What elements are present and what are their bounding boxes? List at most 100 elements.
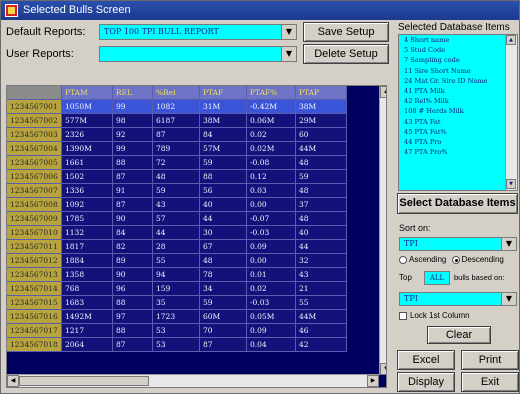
list-item[interactable]: 47 PTA Pro%: [399, 147, 517, 157]
list-item[interactable]: 24 Mat Gr. Sire ID Name: [399, 76, 517, 86]
row-header[interactable]: 1234567005: [7, 155, 62, 170]
table-row[interactable]: 1234567013 1358 90 94 78 0.01 43: [7, 267, 347, 282]
table-cell[interactable]: 59: [199, 155, 247, 170]
table-cell[interactable]: 1785: [61, 211, 113, 226]
table-row[interactable]: 1234567004 1390M 99 789 57M 0.02M 44M: [7, 141, 347, 156]
table-cell[interactable]: 1336: [61, 183, 113, 198]
table-cell[interactable]: 44: [295, 239, 347, 254]
chevron-down-icon[interactable]: ▼: [501, 238, 516, 250]
table-cell[interactable]: 48: [199, 253, 247, 268]
list-item[interactable]: 108 # Herds Milk: [399, 106, 517, 116]
table-cell[interactable]: 72: [152, 155, 200, 170]
table-cell[interactable]: 87: [112, 169, 153, 184]
column-header[interactable]: REL: [112, 86, 153, 100]
display-button[interactable]: Display: [397, 372, 455, 392]
selected-db-list[interactable]: 4 Short name 5 Stud Code 7 Sampling code 11…: [398, 34, 518, 191]
table-cell[interactable]: 29M: [295, 113, 347, 128]
lock-first-column-checkbox[interactable]: [399, 311, 407, 320]
table-cell[interactable]: 0.02M: [246, 141, 296, 156]
table-cell[interactable]: 2326: [61, 127, 113, 142]
table-cell[interactable]: 0.02: [246, 281, 296, 296]
scroll-up-icon[interactable]: ▲: [506, 35, 516, 45]
list-item[interactable]: 5 Stud Code: [399, 45, 517, 55]
scroll-down-icon[interactable]: ▼: [506, 179, 516, 189]
table-cell[interactable]: 78: [199, 267, 247, 282]
table-cell[interactable]: -0.08: [246, 155, 296, 170]
table-cell[interactable]: 94: [152, 267, 200, 282]
row-header[interactable]: 1234567013: [7, 267, 62, 282]
table-cell[interactable]: 577M: [61, 113, 113, 128]
scroll-up-icon[interactable]: ▲: [380, 86, 386, 98]
table-cell[interactable]: 59: [295, 169, 347, 184]
table-cell[interactable]: 87: [112, 197, 153, 212]
print-button[interactable]: Print: [461, 350, 519, 370]
table-cell[interactable]: 0.06M: [246, 113, 296, 128]
table-cell[interactable]: 32: [295, 253, 347, 268]
row-header[interactable]: 1234567007: [7, 183, 62, 198]
row-header[interactable]: 1234567014: [7, 281, 62, 296]
table-cell[interactable]: -0.03: [246, 225, 296, 240]
row-header[interactable]: 1234567003: [7, 127, 62, 142]
table-cell[interactable]: 44: [152, 225, 200, 240]
table-cell[interactable]: 1092: [61, 197, 113, 212]
table-cell[interactable]: 43: [152, 197, 200, 212]
list-item[interactable]: 42 Rel% Milk: [399, 96, 517, 106]
list-item[interactable]: 11 Sire Short Name: [399, 66, 517, 76]
table-cell[interactable]: 98: [112, 113, 153, 128]
table-cell[interactable]: -0.07: [246, 211, 296, 226]
list-item[interactable]: 4 Short name: [399, 35, 517, 45]
table-cell[interactable]: 1132: [61, 225, 113, 240]
table-cell[interactable]: 59: [199, 295, 247, 310]
table-cell[interactable]: 43: [295, 267, 347, 282]
list-item[interactable]: 41 PTA Milk: [399, 86, 517, 96]
table-cell[interactable]: 6187: [152, 113, 200, 128]
clear-button[interactable]: Clear: [427, 326, 491, 344]
table-cell[interactable]: 88: [112, 323, 153, 338]
table-cell[interactable]: 789: [152, 141, 200, 156]
select-database-items-button[interactable]: Select Database Items: [397, 193, 518, 214]
column-header[interactable]: PTAP: [295, 86, 347, 100]
table-cell[interactable]: 1817: [61, 239, 113, 254]
table-row[interactable]: 1234567001 1050M 99 1082 31M -0.42M 38M: [7, 99, 347, 114]
row-header[interactable]: 1234567016: [7, 309, 62, 324]
table-cell[interactable]: 87: [112, 337, 153, 352]
table-cell[interactable]: 91: [112, 183, 153, 198]
column-header[interactable]: PTAF: [199, 86, 247, 100]
table-cell[interactable]: 48: [295, 211, 347, 226]
table-cell[interactable]: 44: [199, 211, 247, 226]
table-row[interactable]: 1234567015 1683 88 35 59 -0.03 55: [7, 295, 347, 310]
row-header[interactable]: 1234567004: [7, 141, 62, 156]
table-cell[interactable]: 0.09: [246, 239, 296, 254]
list-item[interactable]: 43 PTA Fat: [399, 117, 517, 127]
table-cell[interactable]: 55: [295, 295, 347, 310]
table-cell[interactable]: 34: [199, 281, 247, 296]
descending-radio[interactable]: [451, 255, 460, 264]
list-item[interactable]: 44 PTA Pro: [399, 137, 517, 147]
table-cell[interactable]: 1884: [61, 253, 113, 268]
table-cell[interactable]: 21: [295, 281, 347, 296]
table-cell[interactable]: 0.00: [246, 197, 296, 212]
table-row[interactable]: 1234567016 1492M 97 1723 60M 0.05M 44M: [7, 309, 347, 324]
table-cell[interactable]: 0.12: [246, 169, 296, 184]
table-cell[interactable]: 1050M: [61, 99, 113, 114]
table-cell[interactable]: 0.04: [246, 337, 296, 352]
column-header[interactable]: PTAM: [61, 86, 113, 100]
table-cell[interactable]: 31M: [199, 99, 247, 114]
table-cell[interactable]: 1492M: [61, 309, 113, 324]
table-cell[interactable]: 89: [112, 253, 153, 268]
grid-vertical-scrollbar[interactable]: ▲ ▼: [379, 86, 386, 375]
table-row[interactable]: 1234567018 2064 87 53 87 0.04 42: [7, 337, 347, 352]
table-cell[interactable]: 84: [199, 127, 247, 142]
table-cell[interactable]: 28: [152, 239, 200, 254]
row-header[interactable]: 1234567002: [7, 113, 62, 128]
table-cell[interactable]: 38M: [295, 99, 347, 114]
table-cell[interactable]: 768: [61, 281, 113, 296]
table-cell[interactable]: 84: [112, 225, 153, 240]
table-cell[interactable]: 90: [112, 267, 153, 282]
table-cell[interactable]: 96: [112, 281, 153, 296]
table-cell[interactable]: 40: [295, 225, 347, 240]
table-cell[interactable]: 40: [199, 197, 247, 212]
table-cell[interactable]: 59: [152, 183, 200, 198]
table-cell[interactable]: 1502: [61, 169, 113, 184]
table-cell[interactable]: 88: [112, 155, 153, 170]
